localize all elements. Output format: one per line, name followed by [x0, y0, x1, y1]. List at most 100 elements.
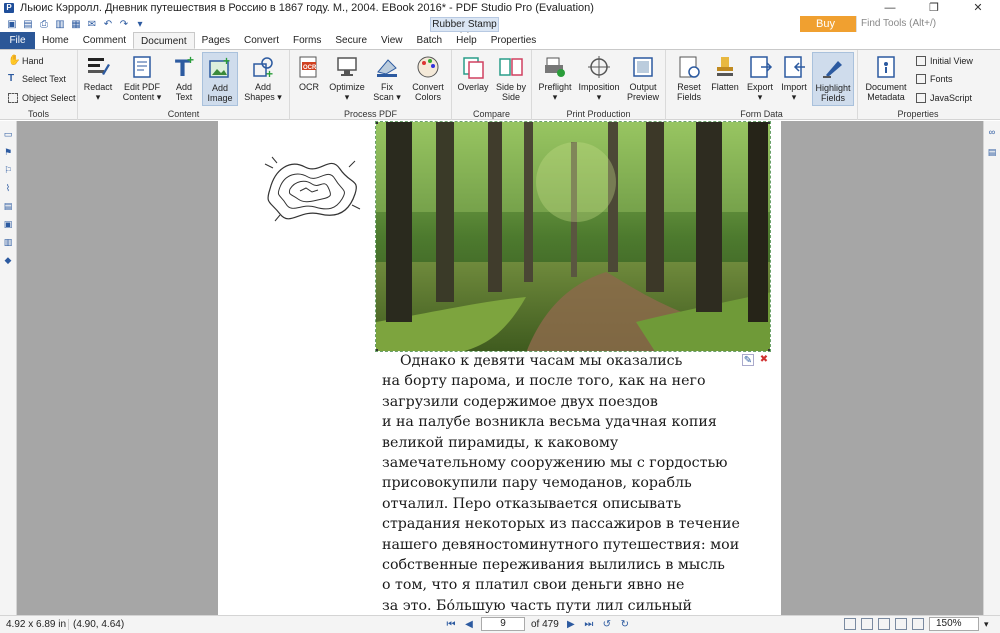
flag-panel-icon[interactable]: ⚐ — [3, 165, 13, 175]
document-view[interactable]: ✎ ✖ Однако к девяти часам мы оказались н… — [17, 121, 983, 615]
tab-pages[interactable]: Pages — [195, 32, 237, 49]
add-text-button[interactable]: T + Add Text — [170, 52, 198, 106]
tab-convert[interactable]: Convert — [237, 32, 286, 49]
fit-width-icon[interactable] — [912, 618, 924, 630]
customize-dropdown-icon[interactable]: ▾ — [134, 19, 146, 31]
add-shapes-button[interactable]: + Add Shapes ▾ — [244, 52, 282, 106]
output-preview-icon — [633, 57, 653, 77]
tab-view[interactable]: View — [374, 32, 410, 49]
first-page-icon[interactable]: ⏮ — [445, 619, 457, 630]
tab-properties[interactable]: Properties — [484, 32, 544, 49]
save-icon[interactable]: ▣ — [6, 19, 18, 31]
find-tools-input[interactable]: Find Tools (Alt+/) — [856, 16, 1000, 32]
comments-panel-icon[interactable]: ▣ — [3, 219, 13, 229]
app-icon: P — [4, 3, 14, 13]
tab-document[interactable]: Document — [133, 32, 195, 49]
page-number-input[interactable]: 9 — [481, 617, 525, 631]
redact-button[interactable]: Redact ▾ — [82, 52, 114, 106]
edit-pdf-content-button[interactable]: Edit PDF Content ▾ — [120, 52, 164, 106]
export-button[interactable]: Export ▾ — [744, 52, 776, 106]
tab-batch[interactable]: Batch — [410, 32, 450, 49]
preflight-button[interactable]: Preflight ▾ — [536, 52, 574, 106]
layers-panel-icon[interactable]: ▤ — [3, 201, 13, 211]
group-content: Redact ▾ Edit PDF Content ▾ T + Add Text + A… — [78, 50, 290, 120]
forest-image[interactable] — [375, 121, 771, 352]
stamp-panel-icon[interactable]: ▤ — [987, 147, 997, 157]
tab-help[interactable]: Help — [449, 32, 484, 49]
last-page-icon[interactable]: ⏭ — [583, 619, 595, 630]
imposition-button[interactable]: Imposition ▾ — [578, 52, 620, 106]
document-metadata-button[interactable]: Document Metadata — [862, 52, 910, 106]
next-view-icon[interactable]: ↻ — [619, 619, 631, 630]
ocr-icon: OCR — [299, 56, 317, 78]
tab-file[interactable]: File — [0, 32, 35, 49]
single-page-view-icon[interactable] — [844, 618, 856, 630]
import-button[interactable]: Import ▾ — [778, 52, 810, 106]
hand-tool-button[interactable]: ✋ Hand — [8, 54, 44, 68]
resize-handle[interactable] — [376, 122, 378, 124]
javascript-label: JavaScript — [930, 93, 973, 103]
previous-view-icon[interactable]: ↺ — [601, 619, 613, 630]
minimize-button[interactable]: — — [868, 0, 912, 16]
object-select-button[interactable]: Object Select — [8, 91, 76, 105]
resize-handle[interactable] — [768, 122, 770, 124]
javascript-button[interactable]: JavaScript — [916, 91, 972, 105]
attachments-panel-icon[interactable]: ⌇ — [3, 183, 13, 193]
overlay-icon — [463, 57, 484, 79]
facing-view-icon[interactable] — [878, 618, 890, 630]
edit-annotation-icon[interactable]: ✎ — [742, 354, 754, 366]
convert-colors-button[interactable]: Convert Colors — [408, 52, 448, 106]
optimize-button[interactable]: Optimize ▾ — [328, 52, 366, 106]
zoom-level-select[interactable]: 150% — [929, 617, 979, 631]
output-preview-button[interactable]: Output Preview — [624, 52, 662, 106]
palette-icon — [417, 56, 439, 78]
maximize-button[interactable]: ❐ — [912, 0, 956, 16]
edit-pdf-label-1: Edit PDF — [123, 82, 160, 92]
reset-fields-label-2: Fields — [676, 92, 701, 102]
email-icon[interactable]: ✉ — [86, 19, 98, 31]
continuous-view-icon[interactable] — [861, 618, 873, 630]
resize-handle[interactable] — [768, 349, 770, 351]
svg-text:+: + — [223, 55, 230, 68]
pdf-page: ✎ ✖ Однако к девяти часам мы оказались н… — [218, 121, 781, 615]
facing-continuous-view-icon[interactable] — [895, 618, 907, 630]
save-as-icon[interactable]: ▤ — [22, 19, 34, 31]
resize-handle[interactable] — [376, 349, 378, 351]
pages-panel-icon[interactable]: ▭ — [3, 129, 13, 139]
signatures-panel-icon[interactable]: ▥ — [3, 237, 13, 247]
zoom-dropdown-icon[interactable]: ▾ — [984, 619, 989, 630]
previous-page-icon[interactable]: ◀ — [463, 619, 475, 630]
select-text-button[interactable]: T Select Text — [8, 72, 66, 86]
bookmarks-panel-icon[interactable]: ⚑ — [3, 147, 13, 157]
side-by-side-button[interactable]: Side by Side — [494, 52, 528, 106]
delete-annotation-icon[interactable]: ✖ — [758, 354, 770, 366]
object-select-icon — [8, 93, 18, 103]
window-title: Льюис Кэрролл. Дневник путешествия в Рос… — [20, 2, 594, 14]
ocr-button[interactable]: OCR OCR — [294, 52, 324, 106]
fix-scan-button[interactable]: Fix Scan ▾ — [370, 52, 404, 106]
scan-icon[interactable]: ▦ — [70, 19, 82, 31]
close-button[interactable]: ✕ — [956, 0, 1000, 16]
initial-view-button[interactable]: Initial View — [916, 54, 973, 68]
fonts-button[interactable]: Fonts — [916, 72, 953, 86]
ocr-label: OCR — [299, 82, 319, 92]
buy-now-button[interactable]: Buy Now! — [800, 16, 856, 46]
overlay-button[interactable]: Overlay — [456, 52, 490, 106]
tags-panel-icon[interactable]: ◆ — [3, 255, 13, 265]
link-panel-icon[interactable]: ∞ — [987, 127, 997, 137]
add-image-button[interactable]: + Add Image — [202, 52, 238, 106]
flatten-button[interactable]: Flatten — [708, 52, 742, 106]
redo-icon[interactable]: ↷ — [118, 19, 130, 31]
undo-icon[interactable]: ↶ — [102, 19, 114, 31]
tab-secure[interactable]: Secure — [328, 32, 374, 49]
tab-comment[interactable]: Comment — [76, 32, 133, 49]
print-icon[interactable]: ⎙ — [38, 19, 50, 31]
context-tab-rubber-stamp[interactable]: Rubber Stamp (1) — [430, 17, 499, 43]
open-icon[interactable]: ▥ — [54, 19, 66, 31]
highlight-fields-button[interactable]: Highlight Fields — [812, 52, 854, 106]
next-page-icon[interactable]: ▶ — [565, 619, 577, 630]
reset-fields-button[interactable]: Reset Fields — [672, 52, 706, 106]
tab-home[interactable]: Home — [35, 32, 76, 49]
tab-forms[interactable]: Forms — [286, 32, 328, 49]
side-by-side-label-2: Side — [501, 92, 520, 102]
